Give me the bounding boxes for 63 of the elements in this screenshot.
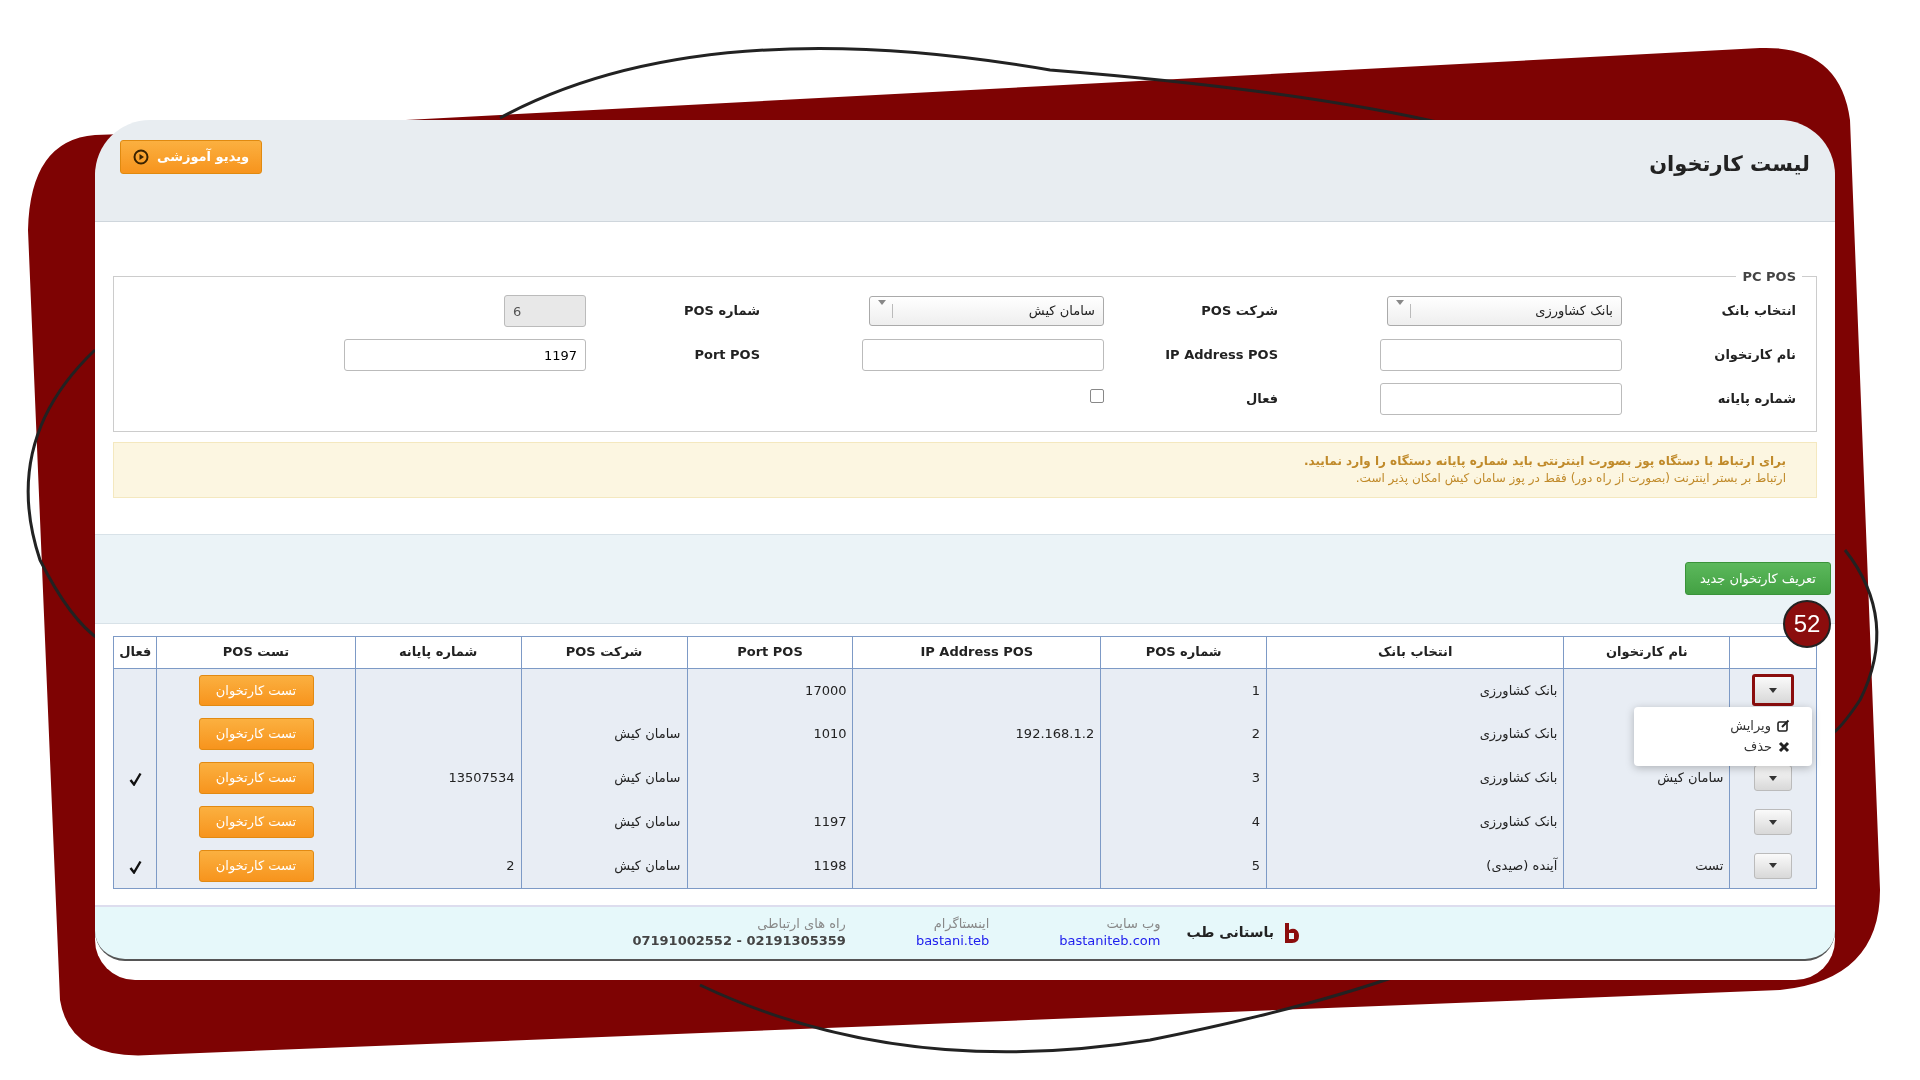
notice-text: ارتباط بر بستر اینترنت (بصورت از راه دور) فقط در پوز سامان کیش امکان پذیر است. (1354, 469, 1786, 487)
column-header: نام کارتخوان (1563, 636, 1730, 669)
select-field[interactable]: سامان کیش (869, 296, 1104, 326)
contact-label: راه های ارتباطی (756, 915, 846, 933)
table-cell: 17000 (687, 668, 853, 713)
table-cell: 13507534 (355, 756, 522, 801)
table-cell: بانک کشاورزی (1266, 712, 1564, 757)
table-cell: بانک کشاورزی (1266, 668, 1564, 713)
column-header: انتخاب بانک (1266, 636, 1564, 669)
column-header: تست POS (156, 636, 356, 669)
column-header: شرکت POS (521, 636, 687, 669)
table-cell: 3 (1100, 756, 1267, 801)
column-header: فعال (113, 636, 157, 669)
active-checkbox[interactable] (1090, 389, 1104, 404)
table-cell: بانک کشاورزی (1266, 800, 1564, 845)
dropdown-button[interactable] (1752, 674, 1795, 707)
column-header: Port POS (687, 636, 853, 669)
notice-title: برای ارتباط با دستگاه پوز بصورت اینترنتی باید شماره پایانه دستگاه را وارد نمایید. (1302, 453, 1786, 470)
play-icon (133, 148, 149, 165)
contact-label: وب سایت (1105, 915, 1161, 933)
contact-link[interactable]: bastaniteb.com (1059, 932, 1161, 950)
table-cell: سامان کیش (521, 756, 687, 801)
menu-item[interactable]: حذف (1634, 736, 1812, 758)
column-header: شماره POS (1100, 636, 1267, 669)
select-field[interactable]: بانک کشاورزی (1387, 296, 1622, 326)
table-cell: بانک کشاورزی (1266, 756, 1564, 801)
table-cell: 5 (1100, 844, 1267, 889)
input-field[interactable] (862, 339, 1104, 371)
page-title: لیست کارتخوان (1649, 151, 1810, 178)
table-cell: 2 (1100, 712, 1267, 757)
table-cell: سامان کیش (521, 844, 687, 889)
column-header: IP Address POS (852, 636, 1101, 669)
contact-label: اینستاگرام (932, 915, 990, 933)
field-label: فعال (1245, 390, 1279, 409)
table-cell: سامان کیش (521, 712, 687, 757)
contact-link[interactable]: bastani.teb (915, 932, 990, 950)
table-cell: 4 (1100, 800, 1267, 845)
brand-logo (1284, 921, 1300, 944)
input-field[interactable] (1380, 339, 1622, 371)
brand-name: باستانی طب (1186, 923, 1274, 943)
field-label: انتخاب بانک (1720, 302, 1797, 321)
table-cell: آینده (صیدی) (1266, 844, 1564, 889)
close-icon (1778, 740, 1790, 753)
input-field[interactable] (1380, 383, 1622, 415)
contact-phone: 07191002552 - 02191305359 (632, 932, 846, 950)
table-cell: 1198 (687, 844, 853, 889)
field-label: شماره POS (682, 302, 761, 321)
input-field[interactable]: 1197 (344, 339, 586, 371)
table-cell: 2 (355, 844, 522, 889)
table-cell: 1010 (687, 712, 853, 757)
table-cell: 1197 (687, 800, 853, 845)
table-cell: 192.168.1.2 (852, 712, 1101, 757)
table-cell: تست (1563, 844, 1730, 889)
field-label: شماره پایانه (1716, 390, 1797, 409)
field-label: Port POS (693, 346, 761, 365)
table-cell: سامان کیش (521, 800, 687, 845)
edit-icon (1777, 718, 1790, 732)
field-label: نام کارتخوان (1713, 346, 1797, 365)
column-header: شماره پایانه (355, 636, 522, 669)
menu-item[interactable]: ویرایش (1634, 714, 1812, 737)
table-cell: 1 (1100, 668, 1267, 713)
field-label: شرکت POS (1200, 302, 1279, 321)
field-label: IP Address POS (1164, 346, 1279, 365)
